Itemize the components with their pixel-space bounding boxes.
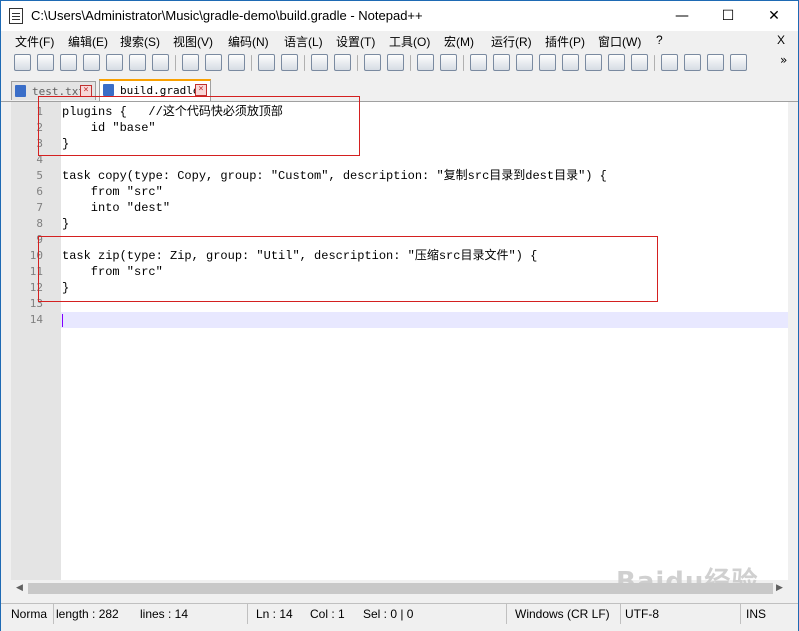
annotation-box	[38, 96, 360, 156]
folder-workspace-icon[interactable]	[585, 54, 602, 71]
code-line: into "dest"	[62, 201, 171, 215]
close-window-button[interactable]: ✕	[751, 1, 797, 31]
cut-icon[interactable]	[182, 54, 199, 71]
word-wrap-icon[interactable]	[470, 54, 487, 71]
close-all-icon[interactable]	[129, 54, 146, 71]
record-macro-icon[interactable]	[661, 54, 678, 71]
zoom-out-icon[interactable]	[387, 54, 404, 71]
minimize-button[interactable]: —	[659, 1, 705, 31]
menu-tools[interactable]: 工具(O)	[389, 33, 430, 50]
line-number: 7	[36, 201, 43, 214]
paste-icon[interactable]	[228, 54, 245, 71]
status-selection: Sel : 0 | 0	[361, 604, 507, 624]
title-bar: C:\Users\Administrator\Music\gradle-demo…	[1, 1, 798, 31]
status-line: Ln : 14	[256, 607, 293, 621]
toolbar-separator	[175, 55, 176, 71]
menu-settings[interactable]: 设置(T)	[336, 33, 375, 50]
menu-run[interactable]: 运行(R)	[491, 33, 532, 50]
toolbar-separator	[304, 55, 305, 71]
line-number: 14	[29, 313, 43, 326]
toolbar-separator	[357, 55, 358, 71]
annotation-box	[38, 236, 658, 302]
monitor-icon[interactable]	[608, 54, 625, 71]
find-icon[interactable]	[311, 54, 328, 71]
close-icon[interactable]	[106, 54, 123, 71]
status-length: length : 282	[56, 607, 119, 621]
zoom-in-icon[interactable]	[364, 54, 381, 71]
status-eol[interactable]: Windows (CR LF)	[513, 604, 621, 624]
new-file-icon[interactable]	[14, 54, 31, 71]
menu-language[interactable]: 语言(L)	[284, 33, 323, 50]
file-saved-icon	[103, 84, 114, 96]
text-caret	[62, 314, 63, 327]
line-number-gutter: 1 2 3 4 5 6 7 8 9 10 11 12 13 14	[11, 102, 61, 580]
toolbar-more-icon[interactable]: »	[780, 53, 787, 67]
line-number: 5	[36, 169, 43, 182]
code-line: }	[62, 217, 70, 231]
menu-bar: 文件(F) 编辑(E) 搜索(S) 视图(V) 编码(N) 语言(L) 设置(T…	[1, 31, 798, 51]
save-icon[interactable]	[60, 54, 77, 71]
toolbar-separator	[463, 55, 464, 71]
toolbar-separator	[654, 55, 655, 71]
window-title: C:\Users\Administrator\Music\gradle-demo…	[31, 8, 423, 23]
tab-close-icon[interactable]: ×	[195, 84, 207, 96]
replace-icon[interactable]	[334, 54, 351, 71]
status-encoding[interactable]: UTF-8	[623, 604, 741, 624]
notepad-app-icon	[9, 8, 23, 24]
line-number: 6	[36, 185, 43, 198]
scroll-right-icon[interactable]: ▶	[771, 580, 788, 597]
toolbar-separator	[410, 55, 411, 71]
function-list-icon[interactable]	[562, 54, 579, 71]
status-column: Col : 1	[310, 607, 345, 621]
status-doc-type: Norma	[9, 604, 54, 624]
watermark: Baidu经验	[616, 567, 759, 597]
file-saved-icon	[15, 85, 26, 97]
menu-help[interactable]: ?	[656, 33, 663, 47]
status-lines: lines : 14	[138, 604, 248, 624]
menu-file[interactable]: 文件(F)	[15, 33, 54, 50]
undo-icon[interactable]	[258, 54, 275, 71]
open-file-icon[interactable]	[37, 54, 54, 71]
doc-map-icon[interactable]	[539, 54, 556, 71]
show-all-chars-icon[interactable]	[493, 54, 510, 71]
copy-icon[interactable]	[205, 54, 222, 71]
toolbar-separator	[251, 55, 252, 71]
menu-edit[interactable]: 编辑(E)	[68, 33, 108, 50]
status-insert-mode[interactable]: INS	[744, 604, 784, 624]
redo-icon[interactable]	[281, 54, 298, 71]
menu-view[interactable]: 视图(V)	[173, 33, 213, 50]
maximize-button[interactable]: ☐	[705, 1, 751, 31]
scroll-left-icon[interactable]: ◀	[11, 580, 28, 597]
status-bar: Norma length : 282 lines : 14 Ln : 14 Co…	[1, 603, 798, 631]
toolbar: »	[1, 51, 798, 77]
code-line: task copy(type: Copy, group: "Custom", d…	[62, 169, 607, 183]
menu-macro[interactable]: 宏(M)	[444, 33, 474, 50]
stop-record-icon[interactable]	[684, 54, 701, 71]
indent-guide-icon[interactable]	[516, 54, 533, 71]
play-macro-icon[interactable]	[707, 54, 724, 71]
close-document-button[interactable]: X	[777, 33, 785, 47]
line-number: 8	[36, 217, 43, 230]
save-all-icon[interactable]	[83, 54, 100, 71]
code-line: from "src"	[62, 185, 163, 199]
menu-search[interactable]: 搜索(S)	[120, 33, 160, 50]
eye-icon[interactable]	[631, 54, 648, 71]
code-editor[interactable]: 1 2 3 4 5 6 7 8 9 10 11 12 13 14 plugins…	[11, 102, 788, 580]
current-line-highlight	[61, 312, 788, 328]
run-macro-multiple-icon[interactable]	[730, 54, 747, 71]
menu-encoding[interactable]: 编码(N)	[228, 33, 269, 50]
notepadpp-window: C:\Users\Administrator\Music\gradle-demo…	[0, 0, 799, 631]
sync-horizontal-icon[interactable]	[440, 54, 457, 71]
menu-plugins[interactable]: 插件(P)	[545, 33, 585, 50]
sync-vertical-icon[interactable]	[417, 54, 434, 71]
print-icon[interactable]	[152, 54, 169, 71]
menu-window[interactable]: 窗口(W)	[598, 33, 641, 50]
